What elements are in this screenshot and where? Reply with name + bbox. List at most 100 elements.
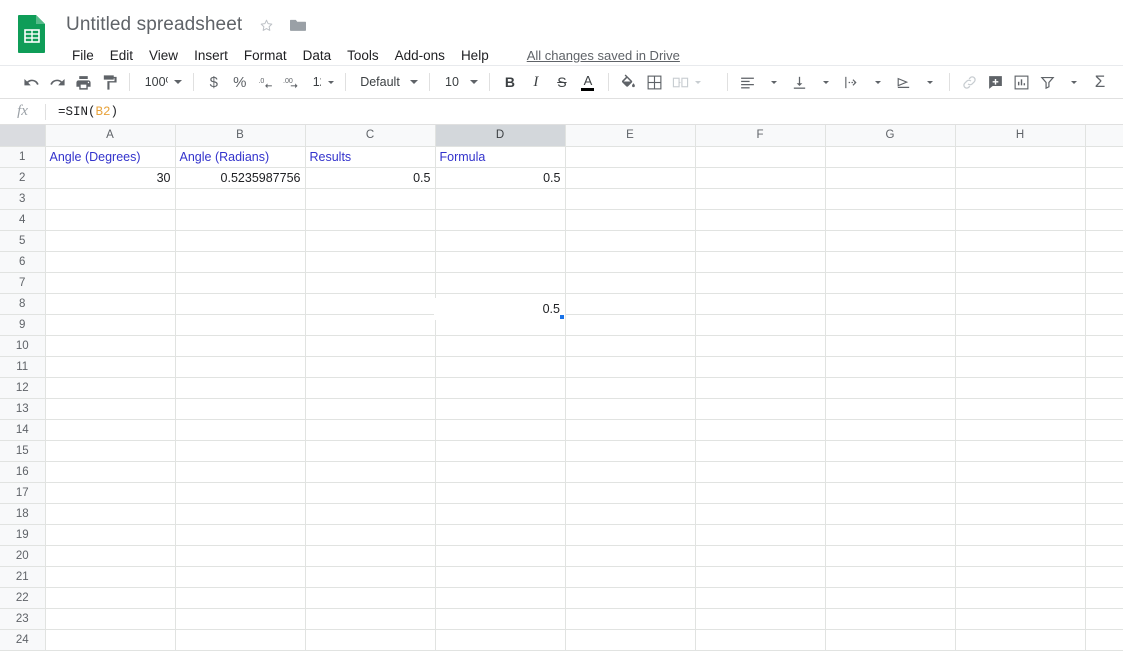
add-comment-icon[interactable] xyxy=(983,69,1009,95)
cell-D11[interactable] xyxy=(435,356,566,378)
cell-C21[interactable] xyxy=(305,566,436,588)
cell-B21[interactable] xyxy=(175,566,306,588)
cell-G15[interactable] xyxy=(825,440,956,462)
cell-B19[interactable] xyxy=(175,524,306,546)
cell-H14[interactable] xyxy=(955,419,1086,441)
cell-F16[interactable] xyxy=(695,461,826,483)
cell-E20[interactable] xyxy=(565,545,696,567)
cell-C4[interactable] xyxy=(305,209,436,231)
row-header-18[interactable]: 18 xyxy=(0,502,46,525)
cell-partial-5[interactable] xyxy=(1085,230,1123,252)
cell-E3[interactable] xyxy=(565,188,696,210)
cell-C17[interactable] xyxy=(305,482,436,504)
row-header-22[interactable]: 22 xyxy=(0,586,46,609)
cell-B13[interactable] xyxy=(175,398,306,420)
cell-C8[interactable] xyxy=(305,293,436,315)
cell-A2[interactable]: 30 xyxy=(45,167,176,189)
fill-color-icon[interactable] xyxy=(616,69,642,95)
cell-partial-17[interactable] xyxy=(1085,482,1123,504)
text-rotation-dropdown[interactable] xyxy=(916,69,942,95)
cell-G6[interactable] xyxy=(825,251,956,273)
row-header-4[interactable]: 4 xyxy=(0,208,46,231)
cell-E9[interactable] xyxy=(565,314,696,336)
cell-E1[interactable] xyxy=(565,146,696,168)
cell-partial-13[interactable] xyxy=(1085,398,1123,420)
cell-G18[interactable] xyxy=(825,503,956,525)
cell-D9[interactable] xyxy=(435,314,566,336)
cell-H24[interactable] xyxy=(955,629,1086,651)
cell-F13[interactable] xyxy=(695,398,826,420)
row-header-5[interactable]: 5 xyxy=(0,229,46,252)
cell-G21[interactable] xyxy=(825,566,956,588)
cell-H23[interactable] xyxy=(955,608,1086,630)
select-all-corner[interactable] xyxy=(0,125,46,147)
cell-E19[interactable] xyxy=(565,524,696,546)
cell-A5[interactable] xyxy=(45,230,176,252)
column-header-g[interactable]: G xyxy=(825,125,956,147)
cell-A20[interactable] xyxy=(45,545,176,567)
row-header-20[interactable]: 20 xyxy=(0,544,46,567)
currency-format-button[interactable]: $ xyxy=(201,69,227,95)
cell-G10[interactable] xyxy=(825,335,956,357)
cell-E4[interactable] xyxy=(565,209,696,231)
cell-F1[interactable] xyxy=(695,146,826,168)
text-color-button[interactable]: A xyxy=(575,69,601,95)
row-header-14[interactable]: 14 xyxy=(0,418,46,441)
cell-D21[interactable] xyxy=(435,566,566,588)
cell-G14[interactable] xyxy=(825,419,956,441)
cell-C24[interactable] xyxy=(305,629,436,651)
column-header-a[interactable]: A xyxy=(45,125,176,147)
merge-cells-dropdown[interactable] xyxy=(694,69,720,95)
cell-D16[interactable] xyxy=(435,461,566,483)
cell-C18[interactable] xyxy=(305,503,436,525)
cell-A9[interactable] xyxy=(45,314,176,336)
filter-icon[interactable] xyxy=(1035,69,1061,95)
cell-D8[interactable] xyxy=(435,293,566,315)
functions-button[interactable]: Σ xyxy=(1087,69,1113,95)
cell-G22[interactable] xyxy=(825,587,956,609)
cell-partial-20[interactable] xyxy=(1085,545,1123,567)
link-icon[interactable] xyxy=(957,69,983,95)
row-header-2[interactable]: 2 xyxy=(0,166,46,189)
cell-G9[interactable] xyxy=(825,314,956,336)
cell-G4[interactable] xyxy=(825,209,956,231)
cell-A19[interactable] xyxy=(45,524,176,546)
cell-E2[interactable] xyxy=(565,167,696,189)
cell-A18[interactable] xyxy=(45,503,176,525)
cell-G13[interactable] xyxy=(825,398,956,420)
horizontal-align-dropdown[interactable] xyxy=(760,69,786,95)
cell-A1[interactable]: Angle (Degrees) xyxy=(45,146,176,168)
cell-H13[interactable] xyxy=(955,398,1086,420)
text-rotation-icon[interactable] xyxy=(890,69,916,95)
cell-E14[interactable] xyxy=(565,419,696,441)
cell-C7[interactable] xyxy=(305,272,436,294)
cell-E10[interactable] xyxy=(565,335,696,357)
cell-C15[interactable] xyxy=(305,440,436,462)
filter-dropdown[interactable] xyxy=(1061,69,1087,95)
row-header-9[interactable]: 9 xyxy=(0,313,46,336)
cell-F6[interactable] xyxy=(695,251,826,273)
column-header-b[interactable]: B xyxy=(175,125,306,147)
cell-C1[interactable]: Results xyxy=(305,146,436,168)
cell-G7[interactable] xyxy=(825,272,956,294)
cell-H19[interactable] xyxy=(955,524,1086,546)
cell-H17[interactable] xyxy=(955,482,1086,504)
menu-insert[interactable]: Insert xyxy=(186,45,236,66)
cell-E16[interactable] xyxy=(565,461,696,483)
cell-C23[interactable] xyxy=(305,608,436,630)
cell-F19[interactable] xyxy=(695,524,826,546)
cell-partial-11[interactable] xyxy=(1085,356,1123,378)
cell-D19[interactable] xyxy=(435,524,566,546)
borders-icon[interactable] xyxy=(642,69,668,95)
cell-partial-12[interactable] xyxy=(1085,377,1123,399)
row-header-16[interactable]: 16 xyxy=(0,460,46,483)
cell-C20[interactable] xyxy=(305,545,436,567)
cell-B8[interactable] xyxy=(175,293,306,315)
cell-G1[interactable] xyxy=(825,146,956,168)
text-wrap-icon[interactable] xyxy=(838,69,864,95)
menu-format[interactable]: Format xyxy=(236,45,295,66)
cell-partial-3[interactable] xyxy=(1085,188,1123,210)
cell-H1[interactable] xyxy=(955,146,1086,168)
row-header-23[interactable]: 23 xyxy=(0,607,46,630)
cell-partial-2[interactable] xyxy=(1085,167,1123,189)
